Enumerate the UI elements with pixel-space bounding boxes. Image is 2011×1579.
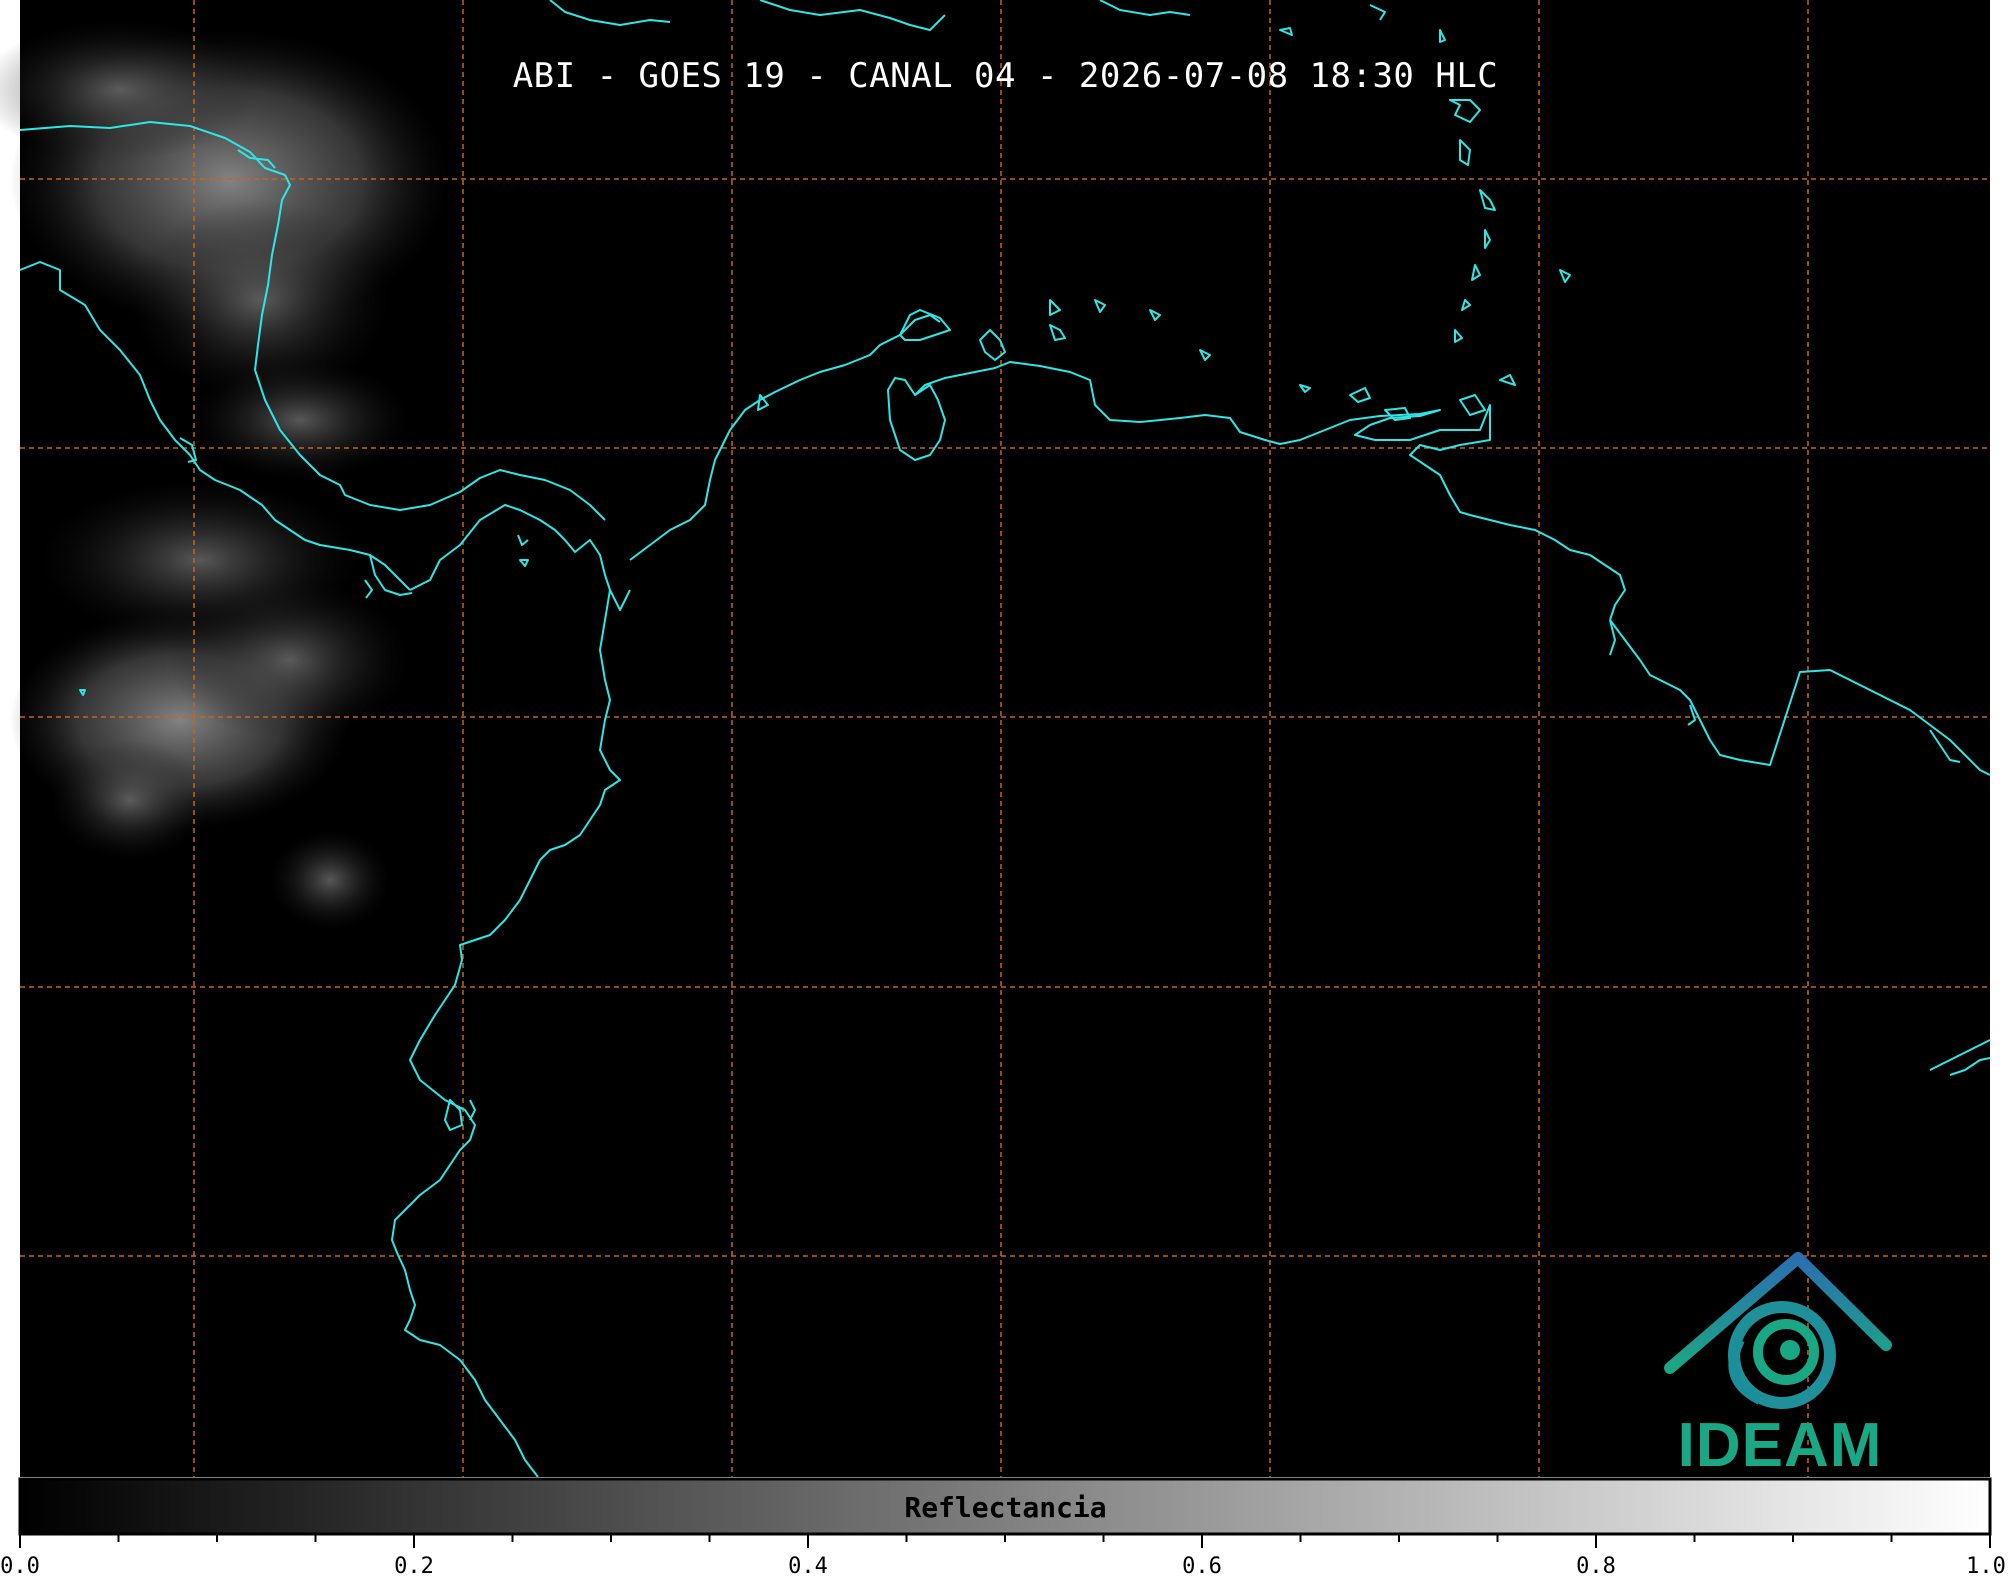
colorbar-tick-label: 0.4 <box>788 1554 828 1579</box>
colorbar-tick-label: 0.6 <box>1182 1554 1222 1579</box>
colorbar-tick-label: 0.8 <box>1576 1554 1616 1579</box>
map-title: ABI - GOES 19 - CANAL 04 - 2026-07-08 18… <box>512 56 1499 96</box>
colorbar-tick-label: 1.0 <box>1966 1554 2006 1579</box>
ideam-logo-text: IDEAM <box>1677 1411 1883 1480</box>
satellite-map <box>0 0 1992 1548</box>
colorbar-ticks <box>19 1534 1991 1548</box>
colorbar-label: Reflectancia <box>904 1491 1107 1524</box>
colorbar-tick-label: 0.2 <box>394 1554 434 1579</box>
colorbar-tick-label: 0.0 <box>0 1554 40 1579</box>
